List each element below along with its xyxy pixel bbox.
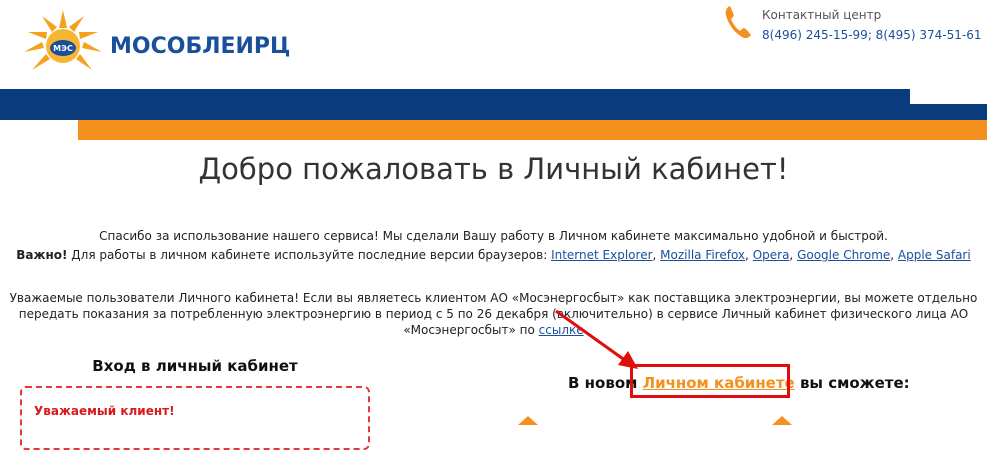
logo[interactable]: МЭС МОСОБЛЕИРЦ <box>22 8 290 80</box>
login-warning: Уважаемый клиент! <box>34 404 175 418</box>
feature-icon <box>518 416 538 425</box>
browser-link-firefox[interactable]: Mozilla Firefox <box>660 248 745 262</box>
sun-logo-icon: МЭС <box>24 10 102 70</box>
notice-text: Уважаемые пользователи Личного кабинета!… <box>9 291 978 337</box>
important-label: Важно! <box>16 248 68 262</box>
logo-badge: МЭС <box>53 44 73 53</box>
login-box: Уважаемый клиент! <box>20 386 370 450</box>
thanks-text: Спасибо за использование нашего сервиса!… <box>99 229 888 243</box>
page-title: Добро пожаловать в Личный кабинет! <box>198 152 789 186</box>
header-band-orange <box>78 120 987 140</box>
contact-phones[interactable]: 8(496) 245-15-99; 8(495) 374-51-61 <box>762 28 982 42</box>
header-band-blue-right <box>910 104 987 120</box>
login-title: Вход в личный кабинет <box>92 357 298 375</box>
browser-link-safari[interactable]: Apple Safari <box>898 248 971 262</box>
header-band-gap <box>910 89 987 104</box>
highlight-frame <box>630 364 790 398</box>
feature-icon <box>772 416 792 425</box>
contact-title: Контактный центр <box>762 8 882 22</box>
phone-icon <box>725 6 751 39</box>
browser-link-chrome[interactable]: Google Chrome <box>797 248 890 262</box>
browser-requirements: Важно! Для работы в личном кабинете испо… <box>16 248 971 262</box>
browser-link-ie[interactable]: Internet Explorer <box>551 248 652 262</box>
important-text: Для работы в личном кабинете используйте… <box>67 248 552 262</box>
browser-link-opera[interactable]: Opera <box>753 248 790 262</box>
new-cabinet-suffix: вы сможете: <box>794 374 910 392</box>
logo-text: МОСОБЛЕИРЦ <box>110 34 291 59</box>
mosenergosbyt-notice: Уважаемые пользователи Личного кабинета!… <box>6 290 981 338</box>
header-band-blue <box>0 89 910 120</box>
